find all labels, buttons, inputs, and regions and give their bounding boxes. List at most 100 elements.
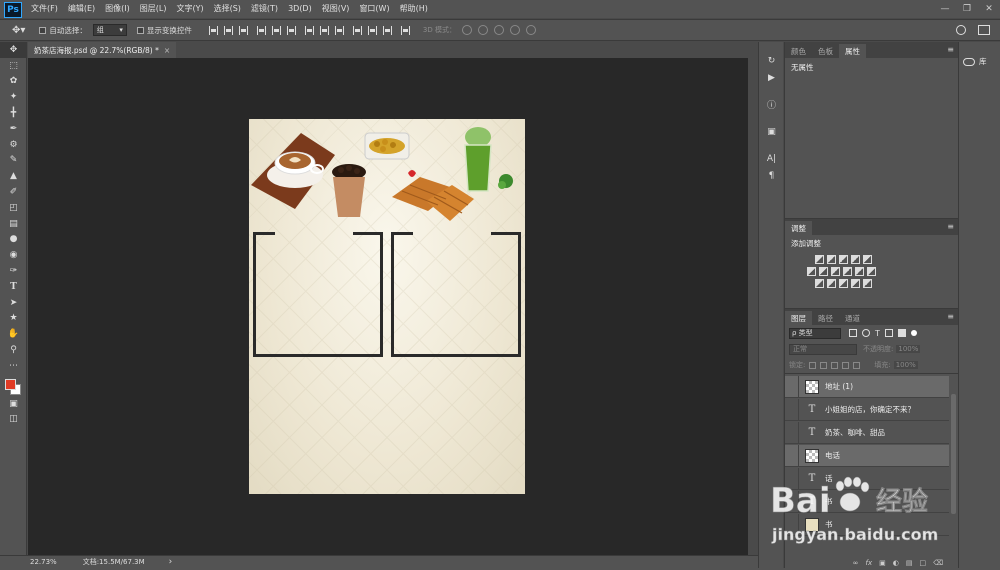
canvas-area[interactable] xyxy=(28,58,748,555)
visibility-toggle[interactable] xyxy=(785,513,799,536)
filter-type-icon[interactable]: T xyxy=(875,329,880,338)
path-select-tool-icon[interactable]: ➤ xyxy=(0,295,27,311)
brightness-icon[interactable] xyxy=(815,255,824,264)
align-bottom-icon[interactable] xyxy=(238,25,248,35)
align-top-icon[interactable] xyxy=(208,25,218,35)
distribute-bottom-icon[interactable] xyxy=(334,25,344,35)
history-brush-tool-icon[interactable]: ✐ xyxy=(0,184,27,200)
menu-item-image[interactable]: 图像(I) xyxy=(100,0,135,18)
move-tool-icon[interactable]: ✥ xyxy=(0,42,27,58)
roll-3d-icon[interactable] xyxy=(477,25,488,35)
align-right-icon[interactable] xyxy=(286,25,296,35)
filter-toggle-icon[interactable] xyxy=(910,330,917,336)
foreground-color-swatch[interactable] xyxy=(5,378,16,390)
rotate-3d-icon[interactable] xyxy=(461,25,472,35)
move-tool-icon[interactable]: ✥▾ xyxy=(12,25,25,36)
marquee-tool-icon[interactable]: ⬚ xyxy=(0,58,27,74)
layer-row[interactable]: 书 xyxy=(785,513,949,536)
search-icon[interactable] xyxy=(956,25,966,35)
eyedropper-tool-icon[interactable]: ✒ xyxy=(0,121,27,137)
close-icon[interactable]: × xyxy=(164,46,170,55)
layer-filter-dropdown[interactable]: ρ 类型 xyxy=(789,327,841,339)
more-tools-icon[interactable]: ⋯ xyxy=(0,358,27,374)
navigator-icon[interactable]: ▣ xyxy=(759,123,784,140)
visibility-toggle[interactable] xyxy=(785,398,799,421)
photo-filter-icon[interactable] xyxy=(843,267,852,276)
menu-item-3d[interactable]: 3D(D) xyxy=(283,0,317,18)
filter-smart-icon[interactable] xyxy=(897,329,906,337)
paragraph-icon[interactable]: ¶ xyxy=(759,167,784,184)
menu-item-file[interactable]: 文件(F) xyxy=(26,0,63,18)
tab-paths[interactable]: 路径 xyxy=(812,311,839,325)
blur-tool-icon[interactable]: ● xyxy=(0,232,27,248)
clone-stamp-tool-icon[interactable]: ▲ xyxy=(0,168,27,184)
tab-properties[interactable]: 属性 xyxy=(839,44,866,58)
auto-align-icon[interactable] xyxy=(400,25,410,35)
restore-icon[interactable]: ❐ xyxy=(956,0,978,18)
layer-row[interactable]: T 小姐姐的店，你确定不来？ xyxy=(785,398,949,421)
lock-artboard-icon[interactable] xyxy=(842,361,850,369)
auto-select-dropdown[interactable]: 组 ▾ xyxy=(92,24,127,36)
distribute-vcenter-icon[interactable] xyxy=(319,25,329,35)
lock-transparent-icon[interactable] xyxy=(809,361,817,369)
shape-tool-icon[interactable]: ★ xyxy=(0,311,27,327)
distribute-left-icon[interactable] xyxy=(352,25,362,35)
layer-row[interactable]: T 奶茶、咖啡、甜品 xyxy=(785,421,949,444)
new-adjustment-icon[interactable]: ◐ xyxy=(893,559,899,567)
threshold-icon[interactable] xyxy=(839,279,848,288)
info-icon[interactable]: ⓘ xyxy=(759,96,784,113)
new-layer-icon[interactable]: □ xyxy=(919,559,926,567)
posterize-icon[interactable] xyxy=(827,279,836,288)
eraser-tool-icon[interactable]: ◰ xyxy=(0,200,27,216)
zoom-tool-icon[interactable]: ⚲ xyxy=(0,342,27,358)
menu-item-view[interactable]: 视图(V) xyxy=(317,0,355,18)
pen-tool-icon[interactable]: ✑ xyxy=(0,263,27,279)
healing-brush-tool-icon[interactable]: ⚙ xyxy=(0,137,27,153)
align-left-icon[interactable] xyxy=(256,25,266,35)
panel-menu-icon[interactable]: ≡ xyxy=(947,222,954,231)
exposure-icon[interactable] xyxy=(851,255,860,264)
workspace-icon[interactable] xyxy=(978,25,990,35)
distribute-right-icon[interactable] xyxy=(382,25,392,35)
lock-position-icon[interactable] xyxy=(831,361,839,369)
menu-item-layer[interactable]: 图层(L) xyxy=(135,0,172,18)
menu-item-filter[interactable]: 滤镜(T) xyxy=(246,0,283,18)
lasso-tool-icon[interactable]: ✿ xyxy=(0,74,27,90)
brush-tool-icon[interactable]: ✎ xyxy=(0,153,27,169)
tab-channels[interactable]: 通道 xyxy=(839,311,866,325)
dodge-tool-icon[interactable]: ◉ xyxy=(0,247,27,263)
libraries-button[interactable]: 库 xyxy=(963,56,1000,67)
auto-select-checkbox[interactable]: 自动选择： xyxy=(39,25,87,36)
menu-item-select[interactable]: 选择(S) xyxy=(209,0,246,18)
menu-item-help[interactable]: 帮助(H) xyxy=(395,0,433,18)
hand-tool-icon[interactable]: ✋ xyxy=(0,326,27,342)
layer-row[interactable]: T 话 xyxy=(785,467,949,490)
gradient-map-icon[interactable] xyxy=(851,279,860,288)
panel-menu-icon[interactable]: ≡ xyxy=(947,45,954,54)
layer-row[interactable]: T 书 xyxy=(785,490,949,513)
delete-layer-icon[interactable]: ⌫ xyxy=(933,559,943,567)
layer-row[interactable]: 地址 (1) xyxy=(785,375,949,398)
distribute-hcenter-icon[interactable] xyxy=(367,25,377,35)
actions-play-icon[interactable]: ▶ xyxy=(759,69,784,86)
poster-canvas[interactable] xyxy=(249,119,525,494)
add-mask-icon[interactable]: ▣ xyxy=(879,559,886,567)
type-tool-icon[interactable]: T xyxy=(0,279,27,295)
gradient-tool-icon[interactable]: ▤ xyxy=(0,216,27,232)
filter-pixel-icon[interactable] xyxy=(849,329,857,337)
menu-item-type[interactable]: 文字(Y) xyxy=(171,0,208,18)
quick-mask-icon[interactable]: ▣ xyxy=(0,396,27,412)
document-tab[interactable]: 奶茶店海报.psd @ 22.7%(RGB/8) * × xyxy=(28,42,177,58)
selective-color-icon[interactable] xyxy=(863,279,872,288)
levels-icon[interactable] xyxy=(827,255,836,264)
color-balance-icon[interactable] xyxy=(819,267,828,276)
visibility-toggle[interactable] xyxy=(785,375,799,398)
curves-icon[interactable] xyxy=(839,255,848,264)
blend-mode-dropdown[interactable]: 正常 xyxy=(789,343,857,355)
align-vcenter-icon[interactable] xyxy=(223,25,233,35)
zoom-level[interactable]: 22.73% xyxy=(30,558,57,566)
channel-mixer-icon[interactable] xyxy=(855,267,864,276)
visibility-toggle[interactable] xyxy=(785,467,799,490)
hue-saturation-icon[interactable] xyxy=(807,267,816,276)
tab-adjustments[interactable]: 调整 xyxy=(785,221,812,235)
